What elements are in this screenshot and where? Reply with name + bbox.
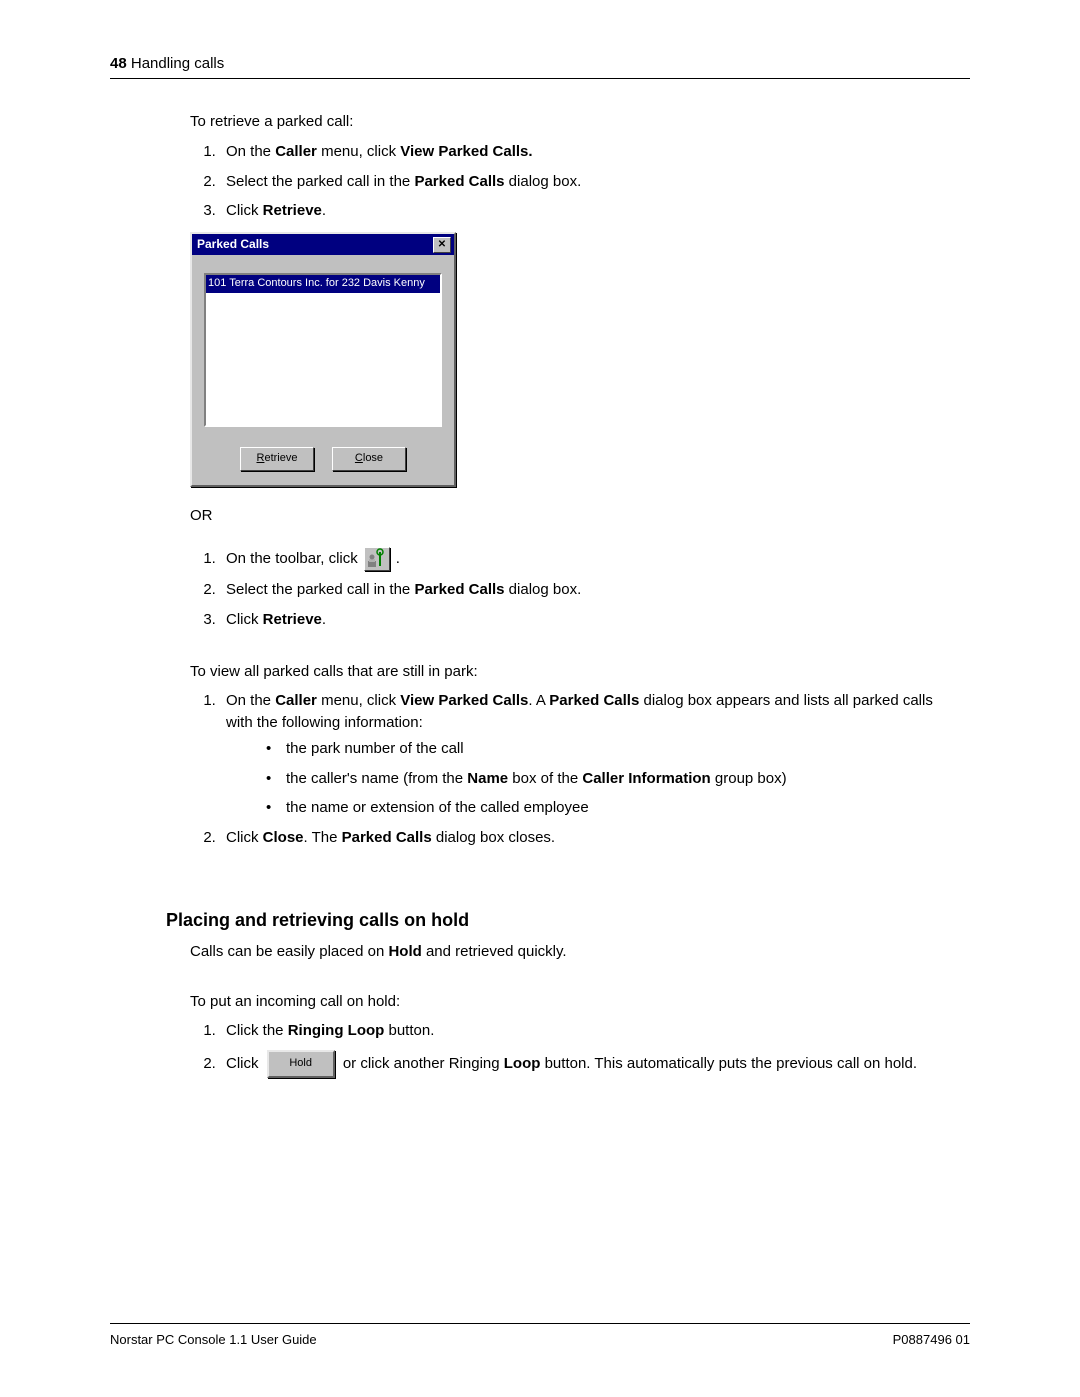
dialog-titlebar: Parked Calls ✕ [192,234,454,255]
step-item: Click Retrieve. [220,200,960,222]
step-item: On the Caller menu, click View Parked Ca… [220,141,960,163]
hold-button[interactable]: Hold [267,1050,335,1078]
step-item: Click Close. The Parked Calls dialog box… [220,827,960,849]
footer-right: P0887496 01 [893,1332,970,1347]
intro-retrieve: To retrieve a parked call: [190,111,960,133]
header-section: Handling calls [127,55,225,72]
steps-or-list: On the toolbar, click . Select the [190,547,960,631]
dialog-close-button[interactable]: ✕ [433,237,451,253]
close-icon: ✕ [438,240,446,250]
bullet-item: the caller's name (from the Name box of … [266,768,960,790]
bullet-item: the name or extension of the called empl… [266,797,960,819]
page-number: 48 [110,55,127,72]
hold-intro: Calls can be easily placed on Hold and r… [190,941,960,963]
footer-left: Norstar PC Console 1.1 User Guide [110,1332,317,1347]
retrieve-button[interactable]: Retrieve [240,447,314,471]
parked-calls-dialog: Parked Calls ✕ 101 Terra Contours Inc. f… [190,232,456,487]
intro-put-hold: To put an incoming call on hold: [190,991,960,1013]
intro-view: To view all parked calls that are still … [190,661,960,683]
info-bullets: the park number of the call the caller's… [226,738,960,819]
section-heading: Placing and retrieving calls on hold [166,907,960,933]
parked-calls-listbox[interactable]: 101 Terra Contours Inc. for 232 Davis Ke… [204,273,442,427]
list-item[interactable]: 101 Terra Contours Inc. for 232 Davis Ke… [206,275,440,293]
step-item: Select the parked call in the Parked Cal… [220,171,960,193]
dialog-title: Parked Calls [197,236,269,253]
close-button[interactable]: Close [332,447,406,471]
step-item: Select the parked call in the Parked Cal… [220,579,960,601]
step-item: Click Retrieve. [220,609,960,631]
page-header: 48 Handling calls [110,55,224,72]
parked-calls-toolbar-icon[interactable] [364,547,390,571]
bullet-item: the park number of the call [266,738,960,760]
page-footer: Norstar PC Console 1.1 User Guide P08874… [110,1323,970,1347]
step-item: On the Caller menu, click View Parked Ca… [220,690,960,819]
steps-view-list: On the Caller menu, click View Parked Ca… [190,690,960,849]
step-item: Click the Ringing Loop button. [220,1020,960,1042]
steps-retrieve-list: On the Caller menu, click View Parked Ca… [190,141,960,222]
step-item: On the toolbar, click . [220,547,960,571]
step-item: Click Hold or click another Ringing Loop… [220,1050,960,1078]
steps-hold-list: Click the Ringing Loop button. Click Hol… [190,1020,960,1078]
or-label: OR [190,505,960,527]
